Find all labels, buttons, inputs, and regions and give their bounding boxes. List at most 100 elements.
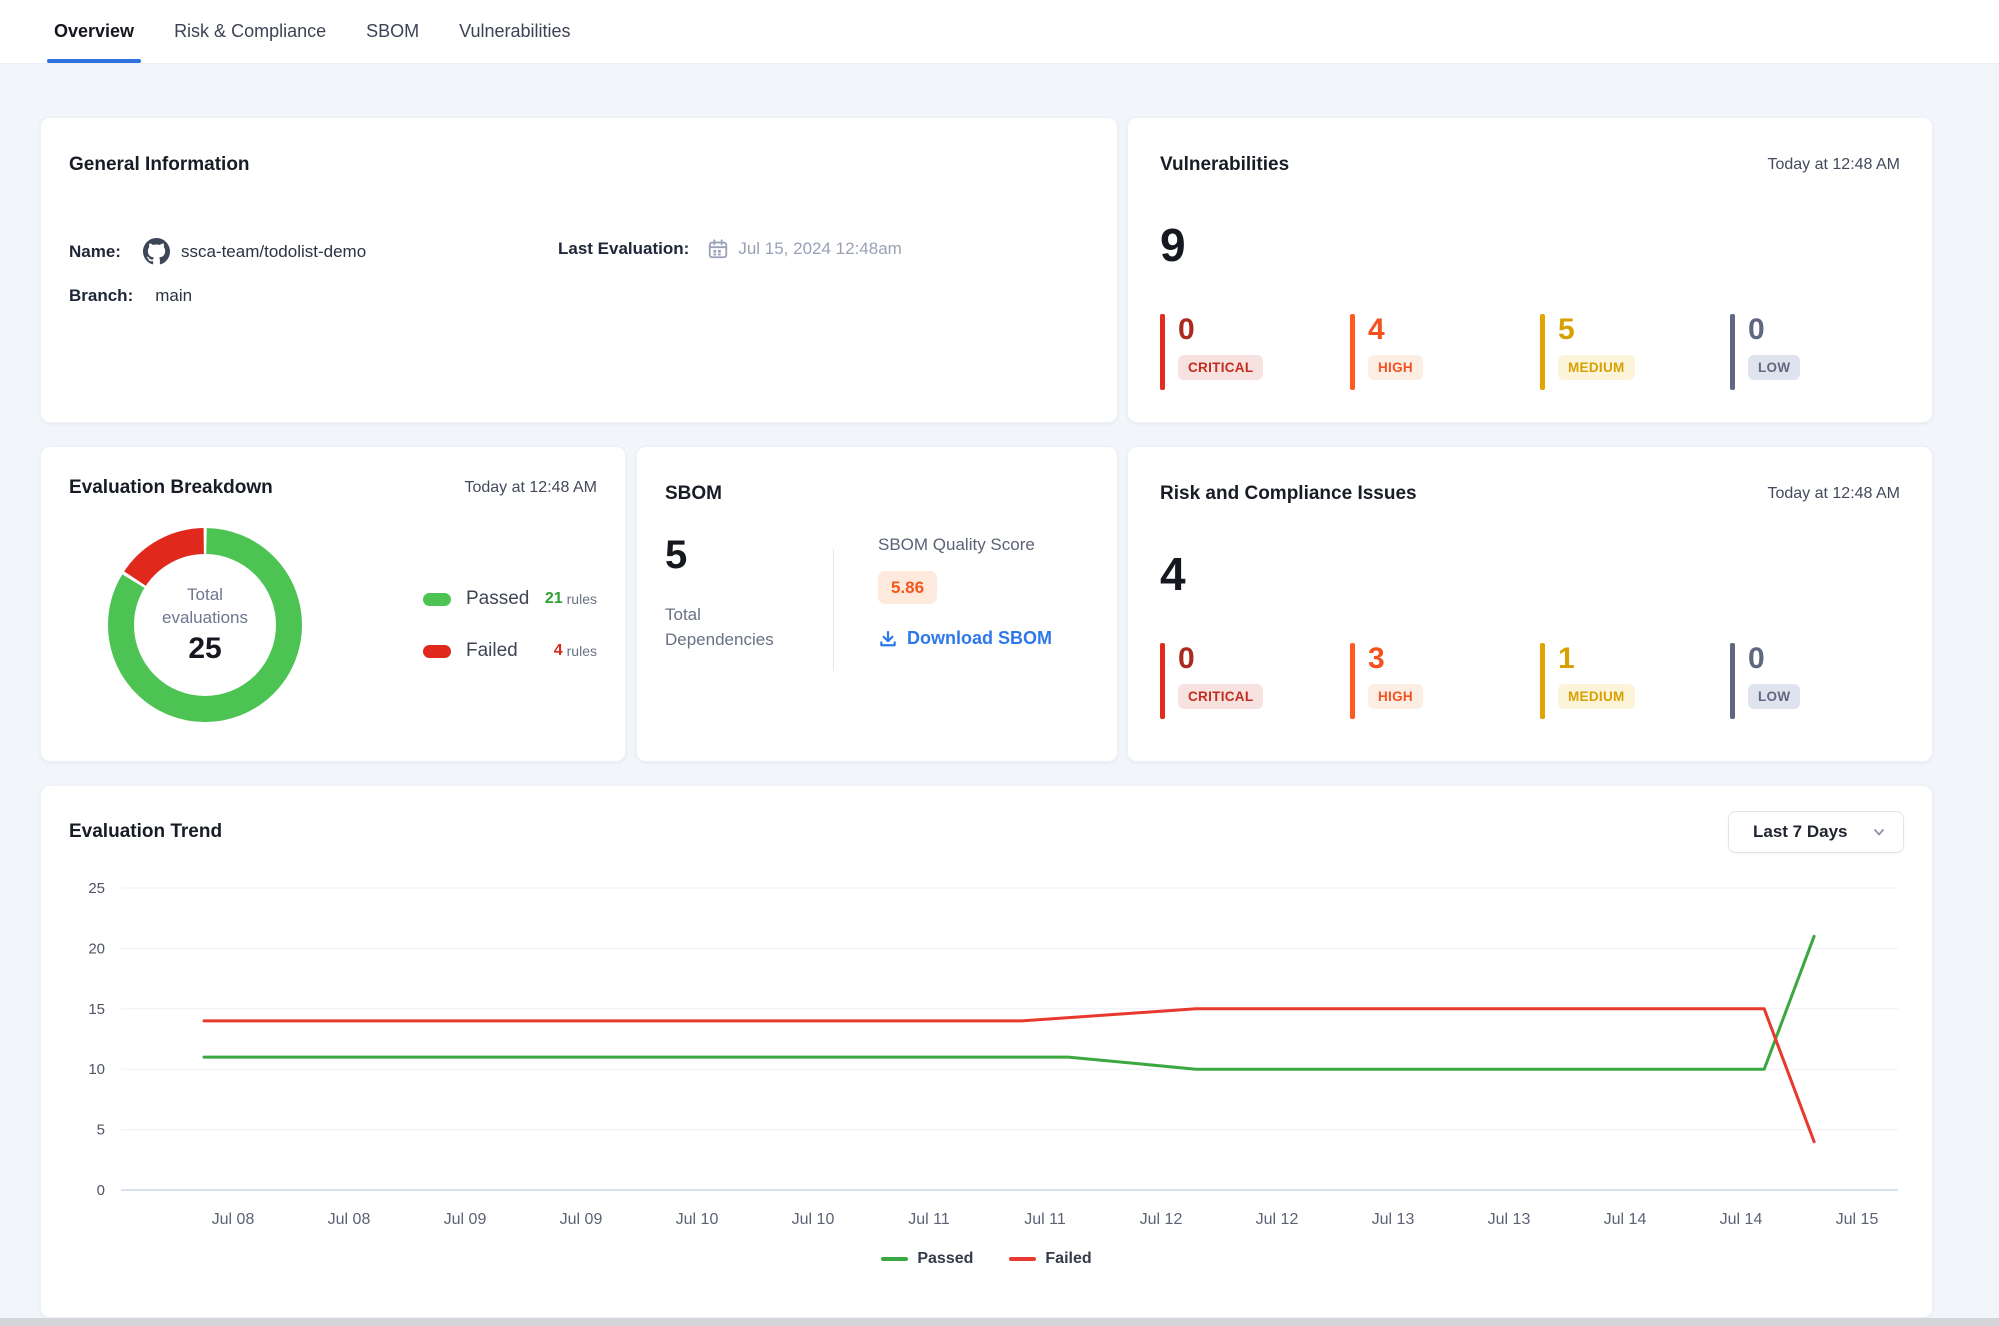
- calendar-icon: [707, 238, 729, 260]
- donut-center-label: Total evaluations: [162, 584, 248, 630]
- sbom-card: SBOM 5 Total Dependencies SBOM Quality S…: [636, 446, 1118, 762]
- risk-compliance-total: 4: [1160, 551, 1900, 597]
- legend-passed-row: Passed 21 rules: [423, 588, 597, 610]
- risk-severity-row: 0 CRITICAL 3 HIGH 1 MEDIUM: [1160, 643, 1900, 719]
- tab-vulnerabilities[interactable]: Vulnerabilities: [459, 0, 570, 63]
- svg-text:Jul 08: Jul 08: [328, 1211, 371, 1228]
- trend-legend-passed: Passed: [881, 1250, 973, 1268]
- date-range-dropdown[interactable]: Last 7 Days: [1728, 811, 1904, 853]
- evaluation-breakdown-card: Evaluation Breakdown Today at 12:48 AM T…: [40, 446, 626, 762]
- trend-passed-label: Passed: [917, 1250, 973, 1268]
- svg-text:25: 25: [88, 880, 105, 897]
- severity-count: 0: [1178, 314, 1263, 346]
- severity-count: 0: [1178, 643, 1263, 675]
- evaluation-trend-card: Evaluation Trend Last 7 Days 0 5 10 15 20 25 J…: [40, 785, 1933, 1318]
- severity-bar: [1160, 643, 1165, 719]
- tab-sbom[interactable]: SBOM: [366, 0, 419, 63]
- severity-badge: HIGH: [1368, 355, 1423, 381]
- severity-count: 0: [1748, 643, 1800, 675]
- svg-text:Jul 09: Jul 09: [444, 1211, 487, 1228]
- svg-text:20: 20: [88, 940, 105, 957]
- tab-sbom-label: SBOM: [366, 21, 419, 42]
- severity-badge: LOW: [1748, 355, 1800, 381]
- severity-badge: MEDIUM: [1558, 684, 1635, 710]
- svg-text:5: 5: [97, 1122, 105, 1139]
- tab-overview[interactable]: Overview: [54, 0, 134, 63]
- failed-line-icon: [1009, 1257, 1036, 1261]
- severity-bar: [1540, 643, 1545, 719]
- svg-text:Jul 14: Jul 14: [1720, 1211, 1763, 1228]
- svg-text:Jul 11: Jul 11: [1024, 1211, 1066, 1228]
- vulnerabilities-total: 9: [1160, 222, 1900, 268]
- tab-risk-compliance[interactable]: Risk & Compliance: [174, 0, 326, 63]
- svg-text:Jul 10: Jul 10: [792, 1211, 835, 1228]
- severity-bar: [1540, 314, 1545, 390]
- severity-count: 1: [1558, 643, 1635, 675]
- sbom-quality-score-badge: 5.86: [878, 571, 937, 604]
- svg-text:Jul 11: Jul 11: [908, 1211, 950, 1228]
- severity-bar: [1350, 314, 1355, 390]
- tab-vulnerabilities-label: Vulnerabilities: [459, 21, 570, 42]
- svg-text:Jul 10: Jul 10: [676, 1211, 719, 1228]
- vulnerabilities-title: Vulnerabilities: [1160, 154, 1289, 176]
- sbom-quality-score-label: SBOM Quality Score: [878, 535, 1052, 555]
- severity-count: 4: [1368, 314, 1423, 346]
- last-evaluation-value: Jul 15, 2024 12:48am: [738, 239, 902, 259]
- passed-pill-icon: [423, 593, 451, 606]
- window-bottom-scrollbar[interactable]: [0, 1318, 1999, 1326]
- total-dependencies-label: Total Dependencies: [665, 603, 795, 652]
- severity-critical: 0 CRITICAL: [1160, 314, 1318, 390]
- severity-badge: HIGH: [1368, 684, 1423, 710]
- tab-overview-label: Overview: [54, 21, 134, 42]
- severity-bar: [1160, 314, 1165, 390]
- tab-risk-compliance-label: Risk & Compliance: [174, 21, 326, 42]
- github-icon: [143, 238, 170, 265]
- legend-failed-row: Failed 4 rules: [423, 640, 597, 662]
- evaluations-donut-chart: Total evaluations 25: [105, 525, 305, 725]
- evaluation-trend-chart: 0510152025Jul 08Jul 08Jul 09Jul 09Jul 10…: [69, 868, 1906, 1240]
- svg-text:10: 10: [88, 1061, 105, 1078]
- download-icon: [878, 629, 898, 649]
- svg-text:15: 15: [88, 1001, 105, 1018]
- svg-text:0: 0: [97, 1182, 105, 1199]
- severity-badge: MEDIUM: [1558, 355, 1635, 381]
- branch-value: main: [155, 286, 192, 306]
- evaluation-breakdown-title: Evaluation Breakdown: [69, 477, 273, 499]
- trend-legend-failed: Failed: [1009, 1250, 1091, 1268]
- severity-medium: 1 MEDIUM: [1540, 643, 1698, 719]
- trend-failed-label: Failed: [1045, 1250, 1091, 1268]
- evaluation-legend: Passed 21 rules Failed 4 rules: [423, 588, 597, 662]
- passed-label: Passed: [466, 588, 545, 610]
- severity-count: 5: [1558, 314, 1635, 346]
- passed-count: 21: [545, 590, 563, 608]
- download-sbom-link[interactable]: Download SBOM: [878, 628, 1052, 649]
- repo-name-value: ssca-team/todolist-demo: [181, 242, 366, 262]
- trend-legend: Passed Failed: [69, 1250, 1904, 1268]
- severity-low: 0 LOW: [1730, 643, 1888, 719]
- severity-badge: CRITICAL: [1178, 684, 1263, 710]
- severity-high: 3 HIGH: [1350, 643, 1508, 719]
- evaluation-trend-title: Evaluation Trend: [69, 821, 222, 843]
- failed-unit: rules: [567, 643, 597, 659]
- failed-pill-icon: [423, 645, 451, 658]
- svg-text:Jul 12: Jul 12: [1256, 1211, 1299, 1228]
- sbom-title: SBOM: [665, 483, 1089, 505]
- risk-compliance-timestamp: Today at 12:48 AM: [1767, 485, 1900, 503]
- severity-bar: [1350, 643, 1355, 719]
- svg-text:Jul 13: Jul 13: [1372, 1211, 1415, 1228]
- severity-medium: 5 MEDIUM: [1540, 314, 1698, 390]
- svg-text:Jul 15: Jul 15: [1836, 1211, 1879, 1228]
- passed-unit: rules: [567, 591, 597, 607]
- vulnerabilities-severity-row: 0 CRITICAL 4 HIGH 5 MEDIUM: [1160, 314, 1900, 390]
- last-evaluation-label: Last Evaluation:: [558, 239, 689, 259]
- total-dependencies-value: 5: [665, 535, 833, 575]
- severity-low: 0 LOW: [1730, 314, 1888, 390]
- general-information-card: General Information Name: ssca-team/todo…: [40, 117, 1118, 423]
- severity-bar: [1730, 314, 1735, 390]
- risk-compliance-title: Risk and Compliance Issues: [1160, 483, 1417, 505]
- download-sbom-label: Download SBOM: [907, 628, 1052, 649]
- date-range-value: Last 7 Days: [1753, 822, 1848, 842]
- svg-text:Jul 13: Jul 13: [1488, 1211, 1531, 1228]
- severity-badge: CRITICAL: [1178, 355, 1263, 381]
- svg-text:Jul 08: Jul 08: [212, 1211, 255, 1228]
